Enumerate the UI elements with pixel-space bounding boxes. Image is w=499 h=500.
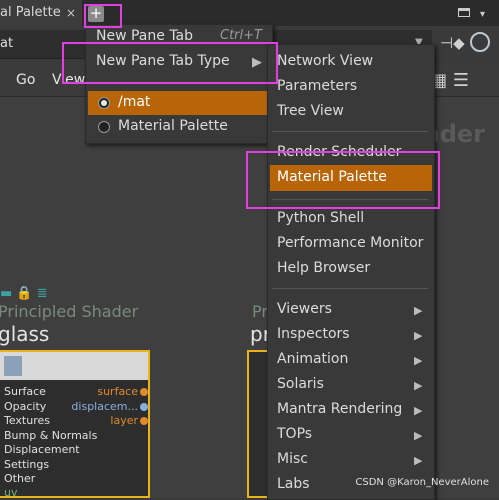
menu-animation[interactable]: Animation (277, 351, 348, 367)
layout-grid-icon[interactable]: ▦ ☰ (430, 70, 469, 91)
menu-inspectors[interactable]: Inspectors (277, 326, 350, 342)
annotation-box-pane-tab-type (62, 42, 278, 84)
menu-separator (272, 288, 428, 289)
menu-separator (272, 131, 428, 132)
pane-type-submenu: Network View Parameters Tree View Render… (267, 44, 435, 500)
menu-mat[interactable]: /mat (118, 94, 150, 110)
node-flag-icons: ▬ 🔒 ≣ (0, 286, 48, 301)
submenu-arrow-icon: ▶ (414, 429, 423, 442)
input-displacement[interactable]: Displacement (4, 443, 80, 456)
radio-material-palette-icon[interactable] (98, 121, 110, 133)
uv-input[interactable]: uv (4, 486, 17, 499)
output-port[interactable] (140, 388, 148, 396)
submenu-arrow-icon: ▶ (414, 354, 423, 367)
submenu-arrow-icon: ▶ (414, 404, 423, 417)
menu-help-browser[interactable]: Help Browser (277, 260, 370, 276)
pane-menu-arrow-icon[interactable]: ▾ (480, 9, 485, 20)
watermark: CSDN @Karon_NeverAlone (355, 477, 489, 488)
menu-misc[interactable]: Misc (277, 451, 308, 467)
menu-highlight (88, 91, 270, 115)
output-port[interactable] (140, 417, 148, 425)
maximize-icon[interactable] (458, 8, 470, 17)
menu-material-palette[interactable]: Material Palette (118, 118, 228, 134)
submenu-arrow-icon: ▶ (414, 304, 423, 317)
submenu-arrow-icon: ▶ (414, 454, 423, 467)
annotation-box-material-palette (246, 151, 440, 209)
output-displacement[interactable]: displacem... (71, 400, 138, 413)
menu-network-view[interactable]: Network View (277, 53, 373, 69)
radio-mat-icon[interactable] (98, 97, 110, 109)
menu-tree-view[interactable]: Tree View (277, 103, 344, 119)
submenu-arrow-icon: ▶ (414, 329, 423, 342)
link-target-icon[interactable] (470, 32, 490, 52)
menu-labs[interactable]: Labs (277, 476, 310, 492)
network-path-text: at (0, 36, 14, 51)
menu-parameters[interactable]: Parameters (277, 78, 357, 94)
pin-icon[interactable]: ⊣◆ (440, 34, 465, 52)
node-name[interactable]: glass (0, 322, 49, 346)
shortcut-new-pane-tab: Ctrl+T (220, 28, 262, 43)
menu-mantra-rendering[interactable]: Mantra Rendering (277, 401, 402, 417)
shader-node[interactable]: Surface Opacity Textures Bump & Normals … (0, 350, 150, 499)
input-other[interactable]: Other (4, 472, 35, 485)
output-layer[interactable]: layer (110, 414, 138, 427)
shader-icon (4, 356, 22, 376)
submenu-arrow-icon: ▶ (414, 379, 423, 392)
node-header (0, 352, 148, 380)
menu-performance-monitor[interactable]: Performance Monitor (277, 235, 423, 251)
menu-tops[interactable]: TOPs (277, 426, 312, 442)
input-surface[interactable]: Surface (4, 385, 46, 398)
menu-python-shell[interactable]: Python Shell (277, 210, 364, 226)
menu-go[interactable]: Go (16, 72, 35, 88)
menu-viewers[interactable]: Viewers (277, 301, 332, 317)
tab-close-icon[interactable]: × (66, 0, 76, 26)
input-opacity[interactable]: Opacity (4, 400, 46, 413)
output-port[interactable] (140, 403, 148, 411)
annotation-box-add-tab (84, 4, 122, 28)
output-surface[interactable]: surface (97, 385, 138, 398)
node-type-label: Principled Shader (0, 302, 139, 321)
input-textures[interactable]: Textures (4, 414, 50, 427)
menu-solaris[interactable]: Solaris (277, 376, 324, 392)
input-bump-normals[interactable]: Bump & Normals (4, 429, 97, 442)
input-settings[interactable]: Settings (4, 458, 49, 471)
